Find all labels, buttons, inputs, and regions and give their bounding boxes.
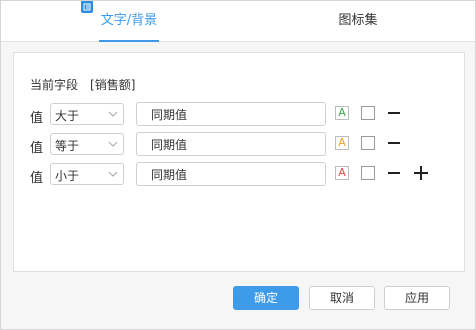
value-input[interactable] [136,162,326,186]
conditional-format-dialog: 文字/背景 图标集 当前字段 [销售额] 值 大于 A 值 等于 A [0,0,476,330]
tab-bar: 文字/背景 图标集 [1,1,475,42]
tab-text-background[interactable]: 文字/背景 [99,1,159,42]
chevron-down-icon [108,171,118,177]
rule-row: 值 小于 A [14,162,464,188]
remove-rule-button[interactable] [388,172,400,174]
font-color-letter: A [338,166,346,179]
operator-value: 小于 [55,169,80,183]
chevron-down-icon [108,141,118,147]
tab-icon-set[interactable]: 图标集 [333,1,383,41]
remove-rule-button[interactable] [388,112,400,114]
operator-value: 大于 [55,109,80,123]
font-color-letter: A [338,106,346,119]
apply-button[interactable]: 应用 [384,286,450,310]
value-input[interactable] [136,132,326,156]
operator-select[interactable]: 等于 [50,133,124,155]
confirm-button[interactable]: 确定 [233,286,299,310]
rule-label: 值 [30,171,44,186]
cancel-button[interactable]: 取消 [309,286,375,310]
operator-select[interactable]: 小于 [50,163,124,185]
rule-row: 值 等于 A [14,132,464,158]
current-field-line: 当前字段 [销售额] [30,76,135,93]
add-rule-button[interactable] [414,166,428,180]
rules-panel: 当前字段 [销售额] 值 大于 A 值 等于 A 值 [13,52,465,272]
remove-rule-button[interactable] [388,142,400,144]
rule-label: 值 [30,141,44,156]
current-field-value: [销售额] [90,78,136,92]
background-color-picker[interactable] [361,166,375,180]
font-color-letter: A [338,136,346,149]
background-color-picker[interactable] [361,106,375,120]
font-color-icon[interactable]: A [335,136,349,150]
operator-select[interactable]: 大于 [50,103,124,125]
value-input[interactable] [136,102,326,126]
bookmark-icon [81,1,93,13]
font-color-icon[interactable]: A [335,166,349,180]
font-color-icon[interactable]: A [335,106,349,120]
current-field-label: 当前字段 [30,78,79,92]
background-color-picker[interactable] [361,136,375,150]
operator-value: 等于 [55,139,80,153]
rule-label: 值 [30,111,44,126]
rule-row: 值 大于 A [14,102,464,128]
chevron-down-icon [108,111,118,117]
